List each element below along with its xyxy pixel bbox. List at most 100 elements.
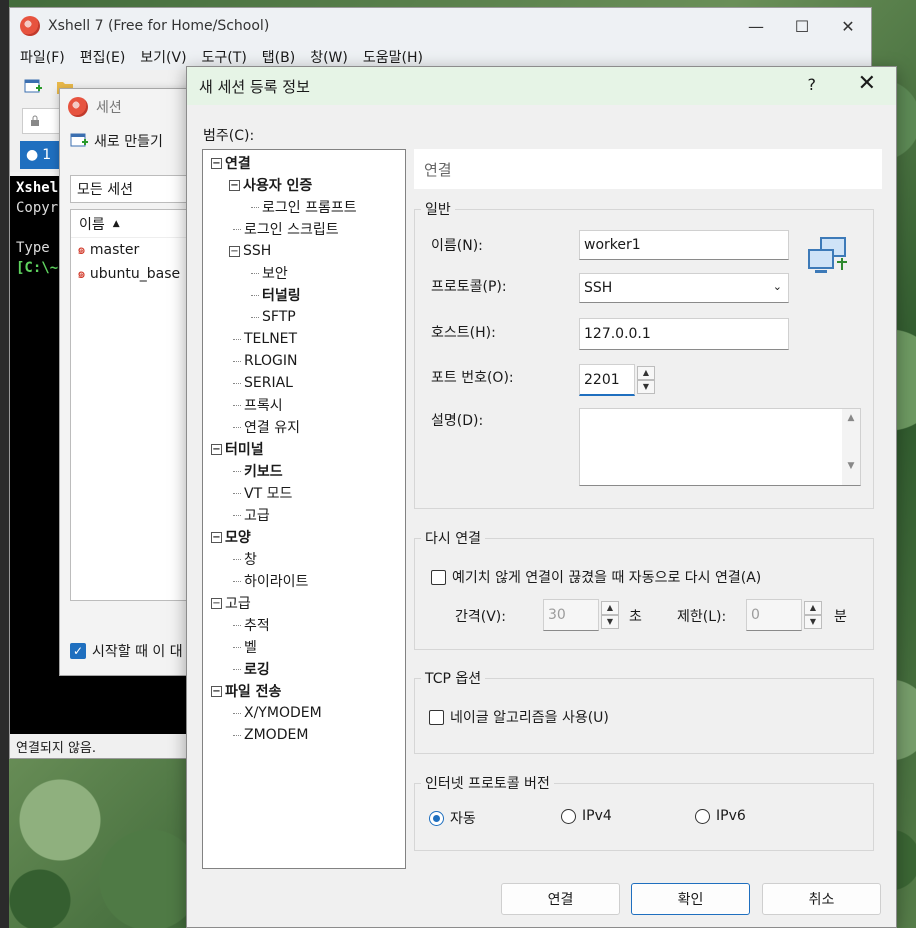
host-input[interactable]: 127.0.0.1 [579,318,789,350]
port-input[interactable]: 2201 [579,364,635,396]
tree-item[interactable]: 고급 [203,504,405,526]
window-close-button[interactable]: ✕ [825,8,871,44]
help-button[interactable]: ? [808,75,817,94]
collapse-icon[interactable]: − [229,179,240,191]
tree-item[interactable]: − 모양 [203,526,405,548]
address-input[interactable] [22,108,62,134]
menu-view[interactable]: 보기(V) [140,47,186,67]
description-input[interactable]: ▲ ▼ [579,408,861,486]
port-stepper[interactable]: ▲ ▼ [637,366,655,394]
tcp-options-title: TCP 옵션 [421,668,486,688]
menu-window[interactable]: 창(W) [310,47,348,67]
tree-item[interactable]: 키보드 [203,460,405,482]
limit-input[interactable]: 0 [746,599,802,631]
spin-up-icon[interactable]: ▲ [601,601,619,615]
window-title: Xshell 7 (Free for Home/School) [48,18,270,34]
new-session-icon[interactable] [24,78,42,96]
tree-item[interactable]: 추적 [203,614,405,636]
minimize-button[interactable]: — [733,8,779,44]
tree-connector [251,316,259,318]
tree-connector [233,668,241,670]
tree-item[interactable]: 프록시 [203,394,405,416]
tree-item[interactable]: 로그인 프롬프트 [203,196,405,218]
session-properties-dialog: 새 세션 등록 정보 ? ✕ 범주(C): − 연결 − 사용자 인증 로그인 프롬프트… [186,66,897,928]
tcp-options-group: TCP 옵션 네이글 알고리즘을 사용(U) [414,668,874,754]
tree-connector [233,558,241,560]
ok-button[interactable]: 확인 [631,883,750,915]
scroll-down-icon[interactable]: ▼ [842,461,860,471]
spin-down-icon[interactable]: ▼ [637,380,655,394]
name-input[interactable]: worker1 [579,230,789,260]
tree-item-label: 하이라이트 [244,574,309,590]
scroll-up-icon[interactable]: ▲ [842,413,860,423]
ip-auto-label: 자동 [450,811,476,827]
tree-item[interactable]: − 연결 [203,152,405,174]
tree-item[interactable]: 로깅 [203,658,405,680]
interval-unit: 초 [629,609,642,625]
show-on-startup-checkbox[interactable]: ✓ 시작할 때 이 대 [70,641,183,661]
ip-auto-radio[interactable]: 자동 [429,808,476,828]
collapse-icon[interactable]: − [211,157,222,169]
tree-connector [233,712,241,714]
connect-button[interactable]: 연결 [501,883,620,915]
tree-item[interactable]: − 고급 [203,592,405,614]
spin-up-icon[interactable]: ▲ [637,366,655,380]
host-label: 호스트(H): [431,325,496,341]
tree-connector [233,734,241,736]
collapse-icon[interactable]: − [211,531,222,543]
general-group: 일반 이름(N): worker1 프로토콜(P): SSH ⌄ 호스트(H):… [414,199,874,509]
menu-help[interactable]: 도움말(H) [363,47,423,67]
nagle-checkbox[interactable]: 네이글 알고리즘을 사용(U) [429,707,609,727]
tree-item[interactable]: 터널링 [203,284,405,306]
collapse-icon[interactable]: − [211,443,222,455]
tree-item[interactable]: − 사용자 인증 [203,174,405,196]
checkbox-box [431,569,446,585]
interval-stepper[interactable]: ▲ ▼ [601,601,619,629]
tree-item[interactable]: SFTP [203,306,405,328]
session-swirl-icon: ๑ [77,266,86,282]
collapse-icon[interactable]: − [211,685,222,697]
tree-item[interactable]: ZMODEM [203,724,405,746]
ipv4-radio[interactable]: IPv4 [561,808,612,824]
collapse-icon[interactable]: − [229,245,240,257]
collapse-icon[interactable]: − [211,597,222,609]
spin-down-icon[interactable]: ▼ [601,615,619,629]
cancel-button[interactable]: 취소 [762,883,881,915]
tree-item[interactable]: − 터미널 [203,438,405,460]
tree-connector [233,426,241,428]
tree-item[interactable]: VT 모드 [203,482,405,504]
tree-item[interactable]: − SSH [203,240,405,262]
menu-file[interactable]: 파일(F) [20,47,65,67]
dialog-close-button[interactable]: ✕ [858,71,876,96]
tree-item[interactable]: 하이라이트 [203,570,405,592]
protocol-select[interactable]: SSH ⌄ [579,273,789,303]
xshell-app-icon [68,97,88,117]
new-session-icon [70,133,88,147]
spin-down-icon[interactable]: ▼ [804,615,822,629]
tree-item[interactable]: 벨 [203,636,405,658]
panel-title: 연결 [414,149,882,189]
protocol-label: 프로토콜(P): [431,279,507,295]
limit-stepper[interactable]: ▲ ▼ [804,601,822,629]
ipv6-radio[interactable]: IPv6 [695,808,746,824]
tree-item[interactable]: 보안 [203,262,405,284]
tree-item-label: X/YMODEM [244,705,322,721]
spin-up-icon[interactable]: ▲ [804,601,822,615]
interval-input[interactable]: 30 [543,599,599,631]
tree-item[interactable]: TELNET [203,328,405,350]
tree-item[interactable]: X/YMODEM [203,702,405,724]
maximize-button[interactable]: ☐ [779,8,825,44]
tree-item[interactable]: 로그인 스크립트 [203,218,405,240]
description-scrollbar[interactable]: ▲ ▼ [842,409,860,485]
tree-item[interactable]: − 파일 전송 [203,680,405,702]
tree-item[interactable]: SERIAL [203,372,405,394]
menu-edit[interactable]: 편집(E) [80,47,126,67]
menu-tools[interactable]: 도구(T) [202,47,247,67]
tree-item[interactable]: 창 [203,548,405,570]
tree-item[interactable]: RLOGIN [203,350,405,372]
menu-tab[interactable]: 탭(B) [262,47,295,67]
tree-connector [233,470,241,472]
tree-item[interactable]: 연결 유지 [203,416,405,438]
background-window-edge [0,0,9,928]
auto-reconnect-checkbox[interactable]: 예기치 않게 연결이 끊겼을 때 자동으로 다시 연결(A) [431,567,761,587]
